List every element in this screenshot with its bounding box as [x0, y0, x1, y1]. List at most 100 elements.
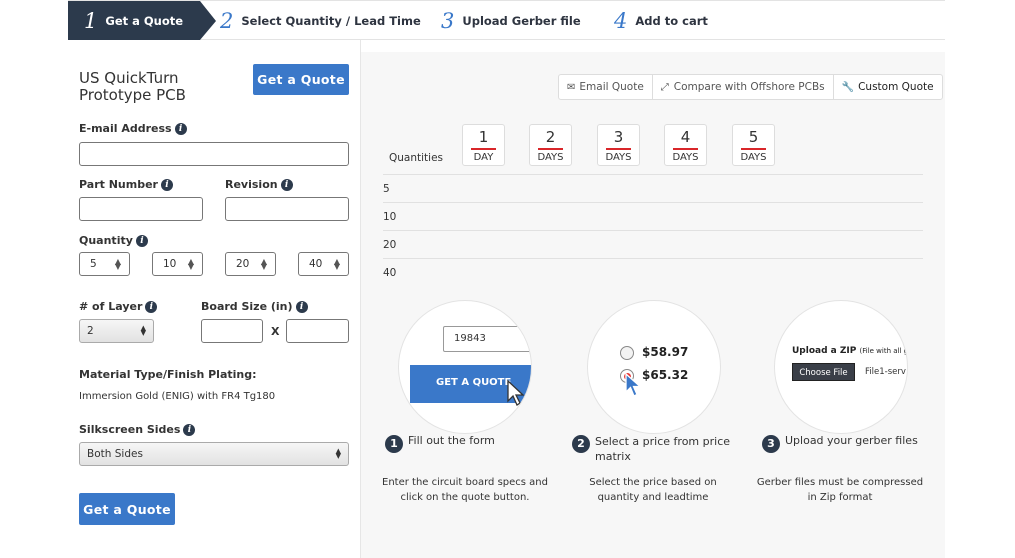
info-icon[interactable]: i — [135, 234, 148, 247]
step-arrow — [200, 1, 216, 40]
form-title: US QuickTurn Prototype PCB — [79, 70, 186, 104]
table-row: 40 — [383, 258, 923, 286]
step-bar: 1 Get a Quote 2 Select Quantity / Lead T… — [68, 0, 945, 40]
compare-offshore-label: Compare with Offshore PCBs — [673, 81, 825, 93]
step-label: Select Quantity / Lead Time — [241, 13, 421, 28]
illustration-price-2: $65.32 — [642, 368, 689, 382]
get-quote-button-top[interactable]: Get a Quote — [253, 64, 349, 95]
revision-field[interactable] — [225, 197, 349, 221]
layer-label: # of Layer i — [79, 300, 158, 313]
email-field[interactable] — [79, 142, 349, 166]
form-title-line1: US QuickTurn — [79, 69, 179, 87]
step-number: 1 — [84, 8, 98, 33]
email-quote-label: Email Quote — [579, 81, 644, 93]
compare-offshore-button[interactable]: ⤢ Compare with Offshore PCBs — [653, 75, 834, 99]
leadtime-column-1[interactable]: 1 DAY — [462, 124, 505, 166]
info-icon[interactable]: i — [295, 300, 308, 313]
howto-step-2: 2 Select a price from price matrix — [572, 434, 742, 464]
illustration-upload-title-text: Upload a ZIP — [792, 346, 857, 356]
leadtime-number: 2 — [545, 128, 556, 146]
step-label: Get a Quote — [105, 13, 184, 28]
quantity-value: 5 — [90, 258, 97, 270]
leadtime-number: 5 — [748, 128, 759, 146]
leadtime-unit: DAYS — [740, 152, 767, 163]
info-icon[interactable]: i — [174, 122, 187, 135]
step-label: Add to cart — [635, 13, 708, 28]
stepper-arrows-icon[interactable]: ▲ ▼ — [115, 258, 121, 271]
quantity-stepper[interactable]: 40 ▲ ▼ — [298, 252, 349, 276]
stepper-arrows-icon[interactable]: ▲ ▼ — [188, 258, 194, 271]
step-badge: 3 — [762, 435, 780, 453]
leadtime-column-4[interactable]: 4 DAYS — [664, 124, 707, 166]
board-height-field[interactable] — [286, 319, 349, 343]
leadtime-number: 3 — [613, 128, 624, 146]
revision-label: Revision i — [225, 178, 293, 191]
howto-step-3-desc: Gerber files must be compressed in Zip f… — [756, 477, 924, 503]
quantity-value: 40 — [309, 258, 323, 270]
material-label: Material Type/Finish Plating: — [79, 368, 257, 381]
leadtime-underline — [741, 148, 766, 150]
part-number-label-text: Part Number — [79, 178, 158, 191]
info-icon[interactable]: i — [160, 178, 173, 191]
step-get-quote[interactable]: 1 Get a Quote — [68, 1, 200, 40]
quantity-stepper[interactable]: 20 ▲ ▼ — [225, 252, 276, 276]
board-size-label-text: Board Size (in) — [201, 300, 293, 313]
howto-step-3: 3 Upload your gerber files — [762, 434, 942, 453]
leadtime-underline — [538, 148, 563, 150]
leadtime-column-2[interactable]: 2 DAYS — [529, 124, 572, 166]
quantity-label-text: Quantity — [79, 234, 133, 247]
quantity-stepper[interactable]: 10 ▲ ▼ — [152, 252, 203, 276]
layer-select[interactable]: 2 ▲ ▼ — [79, 319, 154, 343]
illustration-upload-title: Upload a ZIP (File with all g — [792, 346, 908, 356]
step-number: 4 — [614, 8, 628, 33]
step-label: Upload Gerber file — [462, 13, 581, 28]
howto-step-title: Upload your gerber files — [785, 434, 918, 447]
get-quote-button-bottom[interactable]: Get a Quote — [79, 493, 175, 525]
wrench-icon: 🔧 — [841, 81, 855, 93]
stepper-arrows-icon[interactable]: ▲ ▼ — [334, 258, 340, 271]
leadtime-unit: DAYS — [537, 152, 564, 163]
part-number-label: Part Number i — [79, 178, 173, 191]
leadtime-column-3[interactable]: 3 DAYS — [597, 124, 640, 166]
info-icon[interactable]: i — [183, 423, 196, 436]
select-arrows-icon: ▲ ▼ — [335, 447, 341, 460]
select-arrows-icon: ▲ ▼ — [140, 324, 146, 337]
illustration-file-name: File1-serv — [865, 367, 906, 377]
leadtime-number: 1 — [478, 128, 489, 146]
step-upload-gerber[interactable]: 3 Upload Gerber file — [441, 1, 581, 40]
silkscreen-label-text: Silkscreen Sides — [79, 423, 181, 436]
leadtime-number: 4 — [680, 128, 691, 146]
step-badge: 1 — [385, 435, 403, 453]
illustration-upload: Upload a ZIP (File with all g Choose Fil… — [774, 300, 908, 434]
leadtime-underline — [471, 148, 496, 150]
illustration-input: 19843 — [443, 326, 531, 352]
step-select-quantity[interactable]: 2 Select Quantity / Lead Time — [220, 1, 421, 40]
board-width-field[interactable] — [201, 319, 263, 343]
howto-step-1: 1 Fill out the form — [385, 434, 555, 453]
step-add-to-cart[interactable]: 4 Add to cart — [614, 1, 708, 40]
stepper-arrows-icon[interactable]: ▲ ▼ — [261, 258, 267, 271]
silkscreen-select[interactable]: Both Sides ▲ ▼ — [79, 442, 349, 466]
cursor-icon — [625, 372, 642, 397]
radio-unselected-icon — [620, 346, 634, 360]
illustration-upload-note: (File with all g — [859, 347, 908, 355]
quote-form: US QuickTurn Prototype PCB Get a Quote E… — [68, 40, 360, 558]
custom-quote-button[interactable]: 🔧 Custom Quote — [834, 75, 942, 99]
quantity-value: 20 — [236, 258, 250, 270]
price-matrix-panel: ✉ Email Quote ⤢ Compare with Offshore PCBs… — [361, 52, 945, 558]
form-title-line2: Prototype PCB — [79, 86, 186, 104]
email-quote-button[interactable]: ✉ Email Quote — [559, 75, 653, 99]
howto-step-1-desc: Enter the circuit board specs and click … — [382, 477, 548, 503]
quantity-stepper[interactable]: 5 ▲ ▼ — [79, 252, 130, 276]
info-icon[interactable]: i — [280, 178, 293, 191]
leadtime-column-5[interactable]: 5 DAYS — [732, 124, 775, 166]
table-row: 20 — [383, 230, 923, 258]
layer-label-text: # of Layer — [79, 300, 143, 313]
quote-toolbar: ✉ Email Quote ⤢ Compare with Offshore PCBs… — [558, 74, 943, 100]
quantity-value: 10 — [163, 258, 177, 270]
compare-icon: ⤢ — [660, 81, 669, 93]
part-number-field[interactable] — [79, 197, 203, 221]
info-icon[interactable]: i — [145, 300, 158, 313]
silkscreen-label: Silkscreen Sides i — [79, 423, 196, 436]
howto-step-2-desc: Select the price based on quantity and l… — [589, 477, 717, 503]
